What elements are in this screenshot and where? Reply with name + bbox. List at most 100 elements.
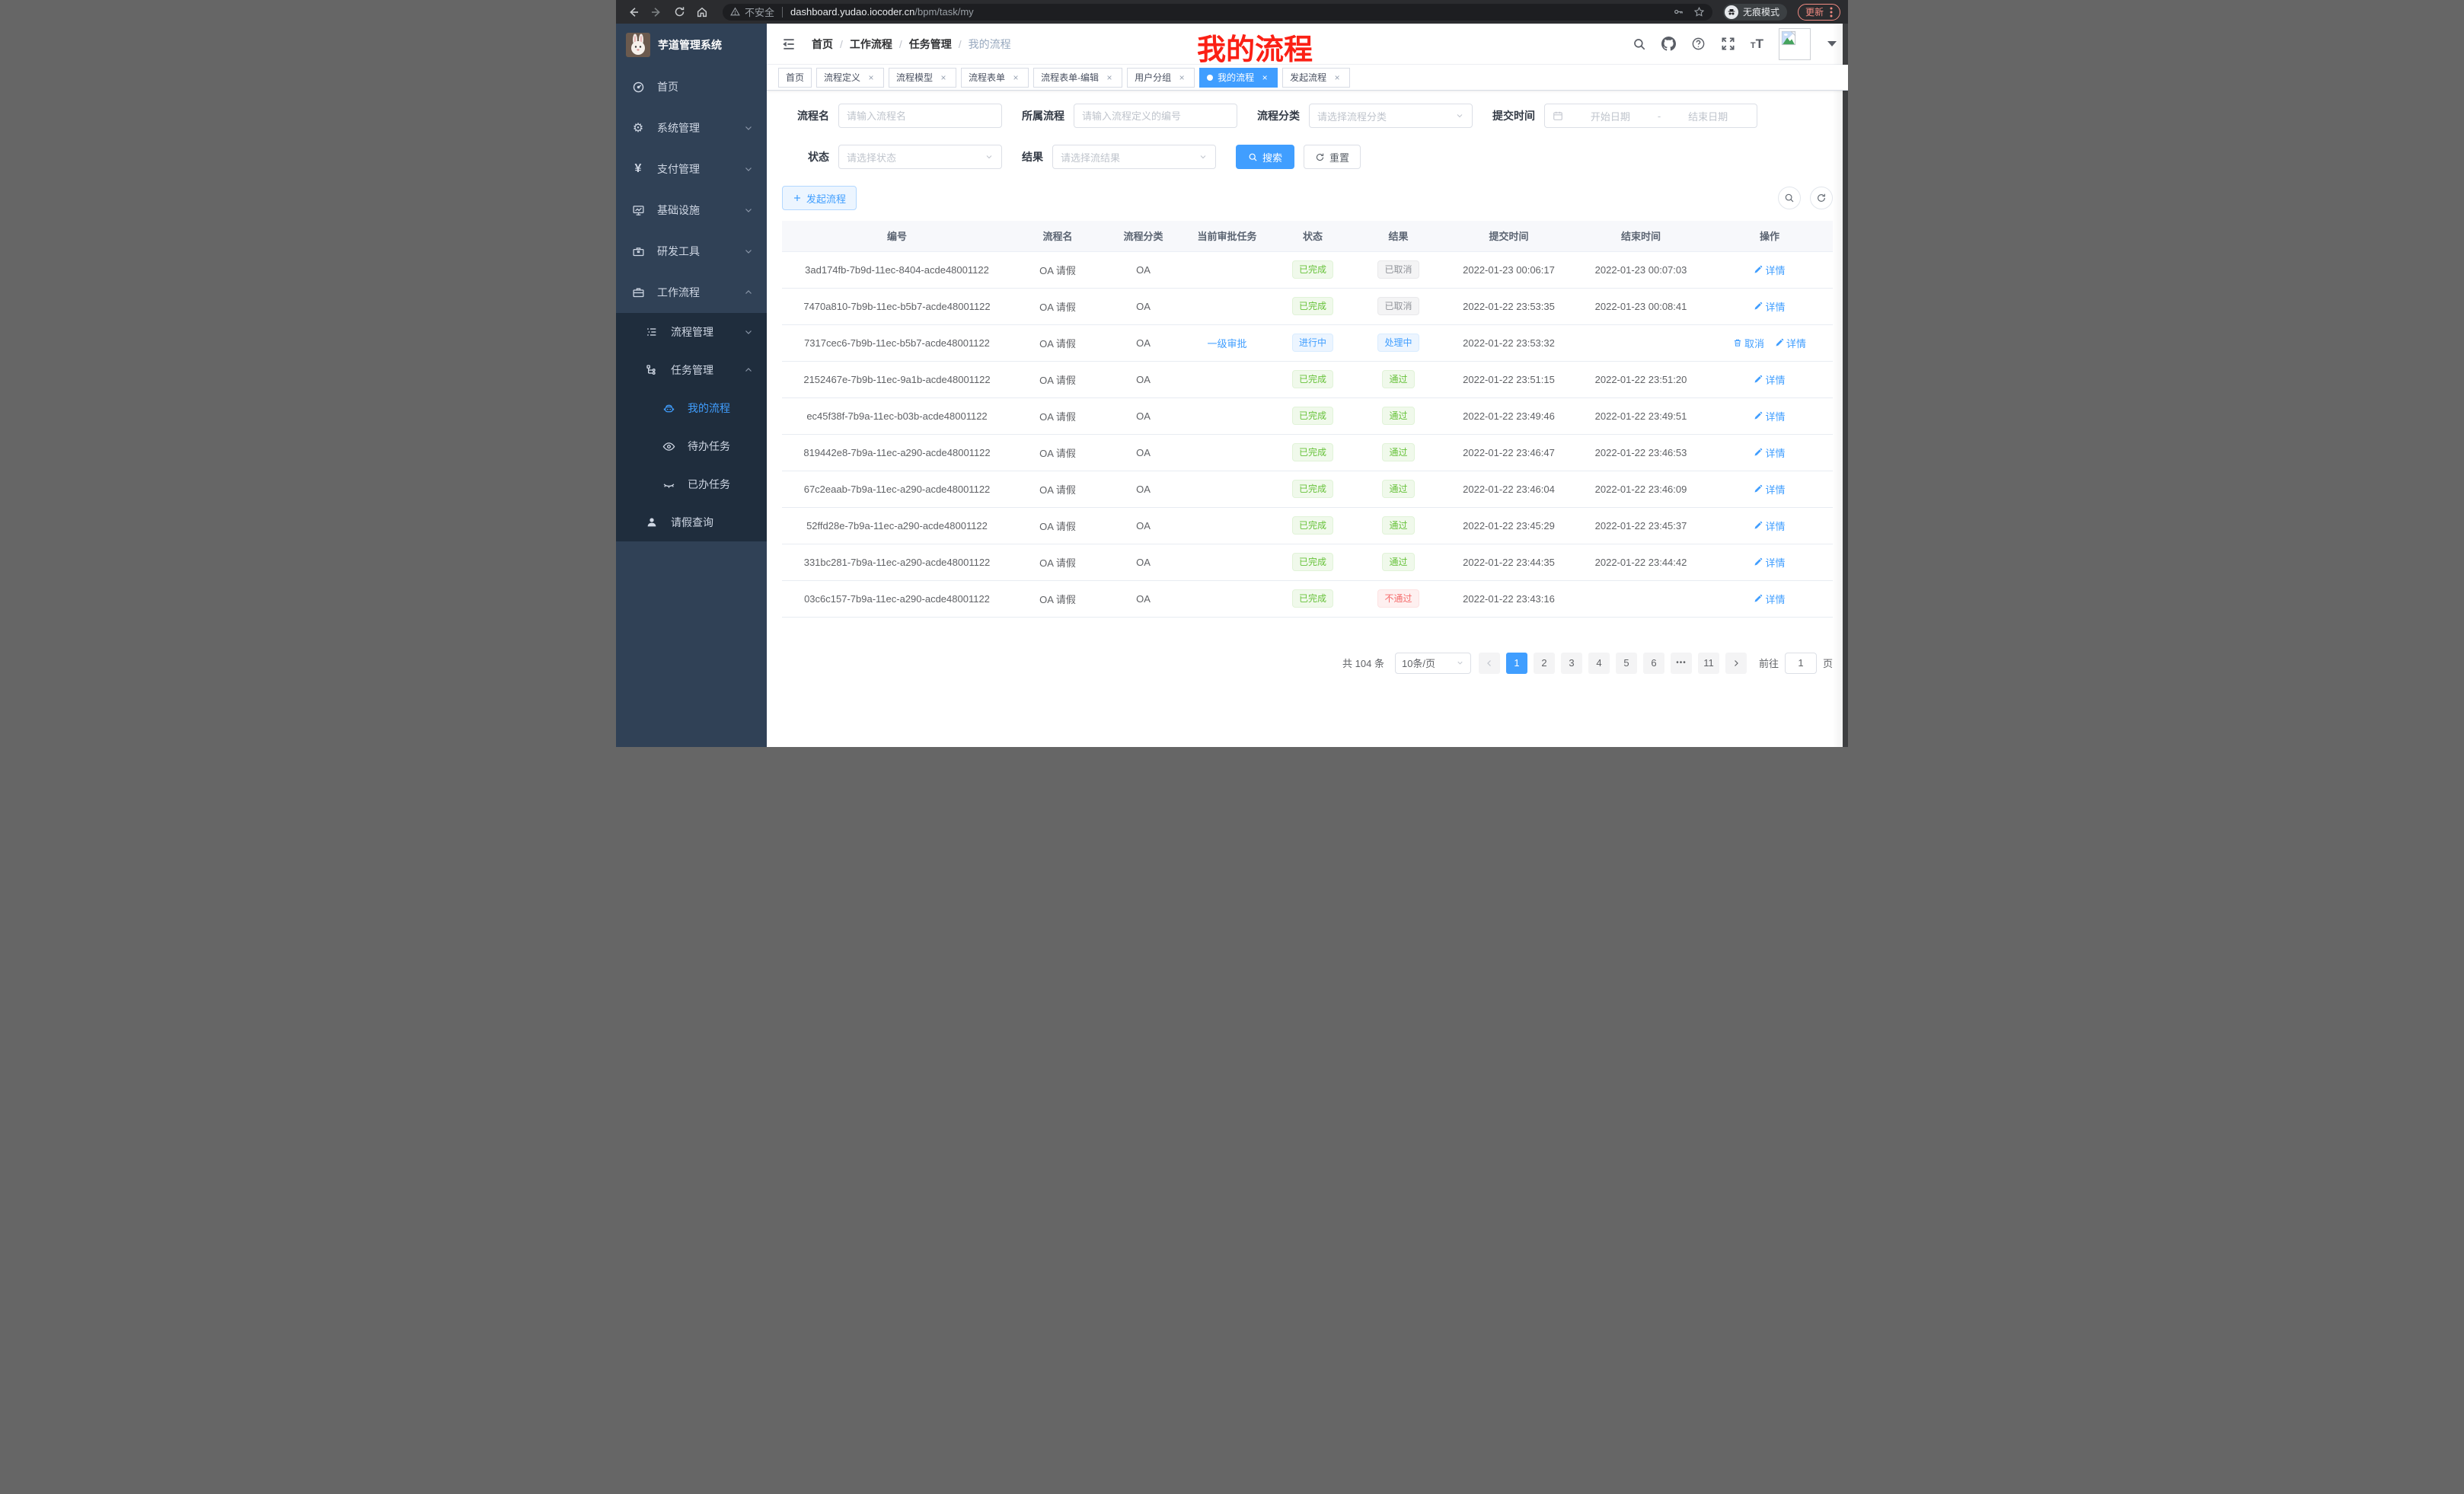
sidebar-item-home[interactable]: 首页 xyxy=(616,66,767,107)
reset-button-label: 重置 xyxy=(1329,150,1349,164)
cell-category: OA xyxy=(1103,288,1183,324)
detail-label: 详情 xyxy=(1765,519,1785,533)
start-process-button[interactable]: 发起流程 xyxy=(782,186,857,210)
detail-button[interactable]: 详情 xyxy=(1754,445,1785,460)
breadcrumb-item-home[interactable]: 首页 xyxy=(812,37,833,52)
sidebar-item-done-tasks[interactable]: 已办任务 xyxy=(616,465,767,503)
process-name-input-field[interactable] xyxy=(847,110,994,122)
tab-process-form-edit[interactable]: 流程表单-编辑 xyxy=(1033,68,1122,88)
close-icon[interactable] xyxy=(1010,72,1021,83)
security-indicator[interactable]: 不安全 xyxy=(730,5,774,19)
sidebar-item-todo-tasks[interactable]: 待办任务 xyxy=(616,427,767,465)
logo-image xyxy=(626,33,650,57)
close-icon[interactable] xyxy=(866,72,876,83)
pagination: 共 104 条 10条/页 1 2 3 4 5 6 ••• 11 xyxy=(782,653,1833,674)
detail-button[interactable]: 详情 xyxy=(1754,299,1785,314)
bookmark-star-icon[interactable] xyxy=(1693,6,1705,18)
tab-process-model[interactable]: 流程模型 xyxy=(889,68,956,88)
more-pages-button[interactable]: ••• xyxy=(1671,653,1692,674)
status-select[interactable]: 请选择状态 xyxy=(838,145,1002,169)
page-button-5[interactable]: 5 xyxy=(1616,653,1637,674)
tab-user-group[interactable]: 用户分组 xyxy=(1127,68,1195,88)
process-definition-input[interactable] xyxy=(1074,104,1237,128)
tab-start-process[interactable]: 发起流程 xyxy=(1282,68,1350,88)
page-button-4[interactable]: 4 xyxy=(1588,653,1610,674)
avatar[interactable] xyxy=(1779,28,1811,60)
browser-reload-button[interactable] xyxy=(669,3,689,21)
detail-button[interactable]: 详情 xyxy=(1754,372,1785,387)
browser-back-button[interactable] xyxy=(624,3,643,21)
process-category-select[interactable]: 请选择流程分类 xyxy=(1309,104,1473,128)
avatar-dropdown-caret[interactable] xyxy=(1827,41,1837,46)
active-tab-dot xyxy=(1207,75,1213,81)
github-icon[interactable] xyxy=(1661,37,1676,51)
close-icon[interactable] xyxy=(1332,72,1342,83)
close-icon[interactable] xyxy=(938,72,949,83)
sidebar-item-task-management[interactable]: 任务管理 xyxy=(616,351,767,389)
browser-home-button[interactable] xyxy=(692,3,712,21)
page-button-1[interactable]: 1 xyxy=(1506,653,1527,674)
cell-status: 已完成 xyxy=(1271,288,1355,324)
close-icon[interactable] xyxy=(1104,72,1115,83)
sidebar-collapse-button[interactable] xyxy=(778,37,800,52)
detail-button[interactable]: 详情 xyxy=(1775,336,1806,350)
next-page-button[interactable] xyxy=(1725,653,1747,674)
submit-time-range-picker[interactable]: 开始日期 - 结束日期 xyxy=(1544,104,1757,128)
browser-forward-button[interactable] xyxy=(646,3,666,21)
window-scrollbar[interactable] xyxy=(1843,24,1848,747)
goto-page-input[interactable] xyxy=(1785,653,1817,674)
password-key-icon[interactable] xyxy=(1673,6,1684,18)
page-button-11[interactable]: 11 xyxy=(1698,653,1719,674)
sidebar-item-infrastructure[interactable]: 基础设施 xyxy=(616,190,767,231)
browser-update-button[interactable]: 更新 xyxy=(1798,4,1840,21)
browser-menu-dots-icon[interactable] xyxy=(1830,7,1833,18)
close-icon[interactable] xyxy=(1259,72,1270,83)
detail-button[interactable]: 详情 xyxy=(1754,519,1785,533)
process-name-input[interactable] xyxy=(838,104,1002,128)
close-icon[interactable] xyxy=(1176,72,1187,83)
sidebar-item-system[interactable]: ⚙ 系统管理 xyxy=(616,107,767,148)
result-select[interactable]: 请选择流结果 xyxy=(1052,145,1216,169)
page-button-6[interactable]: 6 xyxy=(1643,653,1664,674)
reset-button[interactable]: 重置 xyxy=(1304,145,1361,169)
detail-button[interactable]: 详情 xyxy=(1754,555,1785,570)
prev-page-button[interactable] xyxy=(1479,653,1500,674)
tab-my-process[interactable]: 我的流程 xyxy=(1199,68,1278,88)
tab-process-form[interactable]: 流程表单 xyxy=(961,68,1029,88)
font-size-icon[interactable] xyxy=(1751,37,1763,50)
sidebar-item-workflow[interactable]: 工作流程 xyxy=(616,272,767,313)
cancel-button[interactable]: 取消 xyxy=(1733,336,1764,350)
sidebar-item-my-process[interactable]: 我的流程 xyxy=(616,389,767,427)
sidebar-item-dev-tools[interactable]: 研发工具 xyxy=(616,231,767,272)
address-bar[interactable]: 不安全 dashboard.yudao.iocoder.cn /bpm/task… xyxy=(723,4,1712,21)
table-header-row: 编号 流程名 流程分类 当前审批任务 状态 结果 提交时间 结束时间 操作 xyxy=(782,221,1833,251)
breadcrumb-item-task-management[interactable]: 任务管理 xyxy=(909,37,952,52)
detail-button[interactable]: 详情 xyxy=(1754,409,1785,423)
page-size-select[interactable]: 10条/页 xyxy=(1395,653,1471,674)
cell-status: 已完成 xyxy=(1271,251,1355,288)
breadcrumb-item-workflow[interactable]: 工作流程 xyxy=(850,37,892,52)
page-button-3[interactable]: 3 xyxy=(1561,653,1582,674)
detail-button[interactable]: 详情 xyxy=(1754,592,1785,606)
help-icon[interactable] xyxy=(1691,37,1706,51)
header-search-icon[interactable] xyxy=(1633,37,1646,51)
current-task-link[interactable]: 一级审批 xyxy=(1207,336,1246,350)
tab-home[interactable]: 首页 xyxy=(778,68,812,88)
sidebar-item-payment[interactable]: ¥ 支付管理 xyxy=(616,148,767,190)
app-logo[interactable]: 芋道管理系统 xyxy=(616,24,767,66)
detail-button[interactable]: 详情 xyxy=(1754,263,1785,277)
cell-category: OA xyxy=(1103,324,1183,361)
refresh-table-button[interactable] xyxy=(1810,187,1833,209)
detail-button[interactable]: 详情 xyxy=(1754,482,1785,496)
back-icon xyxy=(627,6,640,18)
sidebar-item-leave-query[interactable]: 请假查询 xyxy=(616,503,767,541)
process-definition-input-field[interactable] xyxy=(1082,110,1229,122)
eye-closed-icon xyxy=(660,478,677,491)
tab-process-definition[interactable]: 流程定义 xyxy=(816,68,884,88)
hide-search-button[interactable] xyxy=(1778,187,1801,209)
filter-label: 流程分类 xyxy=(1257,108,1300,123)
fullscreen-icon[interactable] xyxy=(1721,37,1735,51)
search-button[interactable]: 搜索 xyxy=(1236,145,1294,169)
page-button-2[interactable]: 2 xyxy=(1534,653,1555,674)
sidebar-item-process-management[interactable]: 流程管理 xyxy=(616,313,767,351)
